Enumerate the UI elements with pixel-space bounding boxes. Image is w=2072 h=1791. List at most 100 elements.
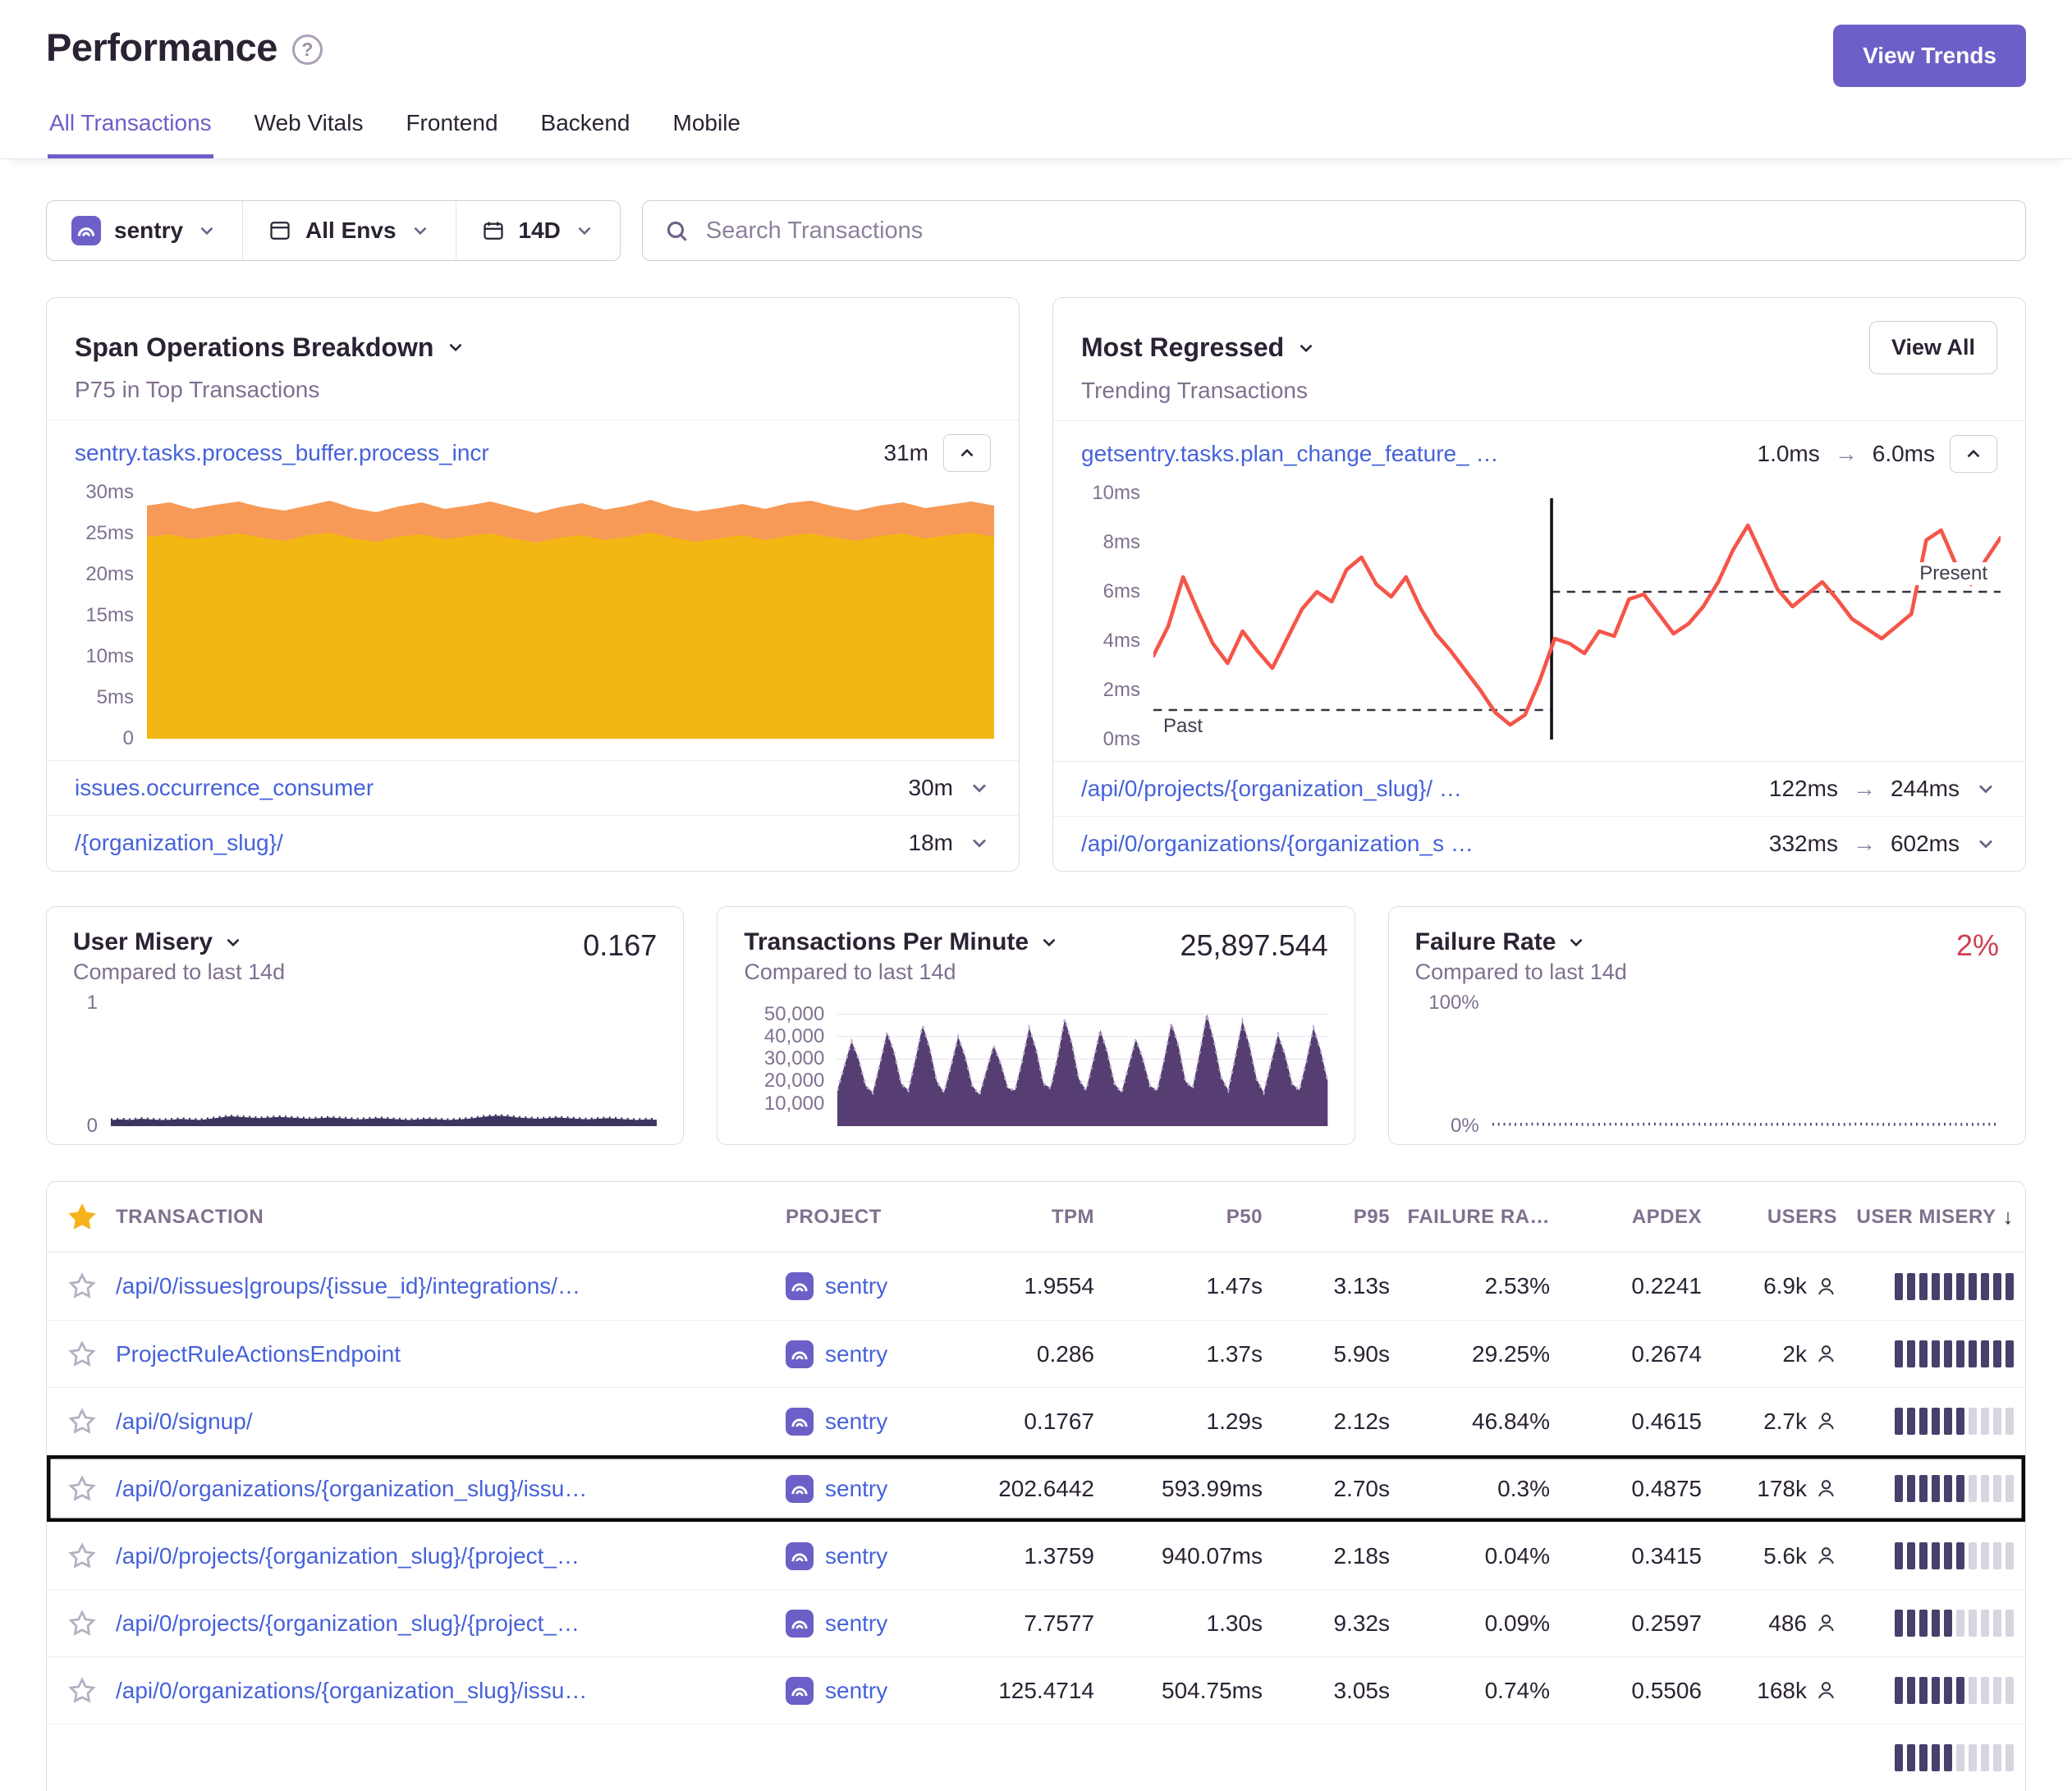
column-header-user-misery[interactable]: USER MISERY↓ — [1849, 1204, 2025, 1230]
favorite-star-button[interactable] — [68, 1542, 96, 1570]
table-row: /api/0/projects/{organization_slug}/{pro… — [47, 1589, 2025, 1656]
user-misery-bars — [1849, 1273, 2025, 1300]
project-link[interactable]: sentry — [825, 1610, 887, 1637]
expand-chevron-icon[interactable] — [968, 831, 991, 854]
failure-rate-dropdown[interactable]: Failure Rate — [1415, 928, 1627, 956]
span-ops-dropdown[interactable]: Span Operations Breakdown — [75, 332, 466, 363]
collapse-button[interactable] — [943, 434, 991, 472]
help-icon[interactable]: ? — [292, 34, 323, 65]
span-op-link[interactable]: /{organization_slug}/ — [75, 830, 283, 856]
regressed-transaction-link[interactable]: /api/0/projects/{organization_slug}/ … — [1081, 776, 1462, 802]
plot-area — [147, 492, 994, 739]
span-op-item: /{organization_slug}/ 18m — [47, 815, 1019, 870]
tab-web-vitals[interactable]: Web Vitals — [253, 105, 365, 158]
column-header[interactable]: PROJECT — [786, 1206, 954, 1229]
column-header[interactable]: P50 — [1106, 1206, 1274, 1229]
card-title: Transactions Per Minute — [744, 928, 1029, 956]
plot-area: PastPresent — [1153, 493, 2001, 740]
p95-cell: 2.70s — [1274, 1476, 1401, 1502]
column-header[interactable]: P95 — [1274, 1206, 1401, 1229]
chevron-down-icon — [1295, 337, 1317, 359]
column-header[interactable]: APDEX — [1561, 1206, 1713, 1229]
user-misery-dropdown[interactable]: User Misery — [73, 928, 285, 956]
date-range-filter[interactable]: 14D — [456, 201, 620, 260]
y-axis-labels: 10 — [73, 1003, 111, 1126]
favorite-star-button[interactable] — [68, 1475, 96, 1503]
expand-chevron-icon[interactable] — [968, 776, 991, 799]
span-op-link[interactable]: issues.occurrence_consumer — [75, 775, 374, 801]
project-link[interactable]: sentry — [825, 1409, 887, 1435]
users-cell: 168k — [1713, 1678, 1849, 1704]
column-header[interactable]: USERS — [1713, 1206, 1849, 1229]
user-misery-bars — [1849, 1744, 2025, 1771]
sentry-project-icon — [786, 1340, 814, 1368]
project-filter[interactable]: sentry — [47, 201, 242, 260]
project-link[interactable]: sentry — [825, 1543, 887, 1569]
tpm-dropdown[interactable]: Transactions Per Minute — [744, 928, 1060, 956]
users-cell: 2k — [1713, 1341, 1849, 1367]
tab-backend[interactable]: Backend — [539, 105, 632, 158]
span-op-link[interactable]: sentry.tasks.process_buffer.process_incr — [75, 440, 489, 466]
tab-all-transactions[interactable]: All Transactions — [48, 105, 213, 158]
collapse-button[interactable] — [1950, 435, 1997, 473]
arrow-right-icon: → — [1853, 831, 1876, 857]
tab-mobile[interactable]: Mobile — [672, 105, 742, 158]
span-op-value: 18m — [909, 830, 953, 856]
transaction-link[interactable]: /api/0/organizations/{organization_slug}… — [116, 1678, 761, 1704]
from-value: 332ms — [1769, 831, 1838, 857]
project-link[interactable]: sentry — [825, 1273, 887, 1299]
search-input[interactable] — [704, 217, 2004, 245]
favorite-column-header[interactable] — [47, 1203, 116, 1231]
view-all-button[interactable]: View All — [1869, 321, 1997, 374]
p95-cell: 5.90s — [1274, 1341, 1401, 1367]
column-header[interactable]: FAILURE RA… — [1401, 1206, 1561, 1229]
transaction-link[interactable]: /api/0/projects/{organization_slug}/{pro… — [116, 1610, 761, 1637]
tpm-cell: 0.1767 — [954, 1409, 1106, 1435]
apdex-cell: 0.4875 — [1561, 1476, 1713, 1502]
favorite-star-button[interactable] — [68, 1340, 96, 1368]
regressed-item: /api/0/projects/{organization_slug}/ … 1… — [1053, 761, 2025, 816]
star-icon — [68, 1272, 96, 1300]
transaction-link[interactable]: ProjectRuleActionsEndpoint — [116, 1341, 761, 1367]
transaction-link[interactable]: /api/0/signup/ — [116, 1409, 761, 1435]
user-misery-value: 0.167 — [583, 928, 657, 963]
chevron-down-icon — [410, 220, 431, 241]
star-icon — [68, 1340, 96, 1368]
expand-chevron-icon[interactable] — [1974, 777, 1997, 800]
charts-row: Span Operations Breakdown P75 in Top Tra… — [46, 297, 2026, 872]
tpm-card: Transactions Per Minute Compared to last… — [717, 906, 1355, 1145]
view-trends-button[interactable]: View Trends — [1833, 25, 2026, 87]
favorite-star-button[interactable] — [68, 1272, 96, 1300]
favorite-star-button[interactable] — [68, 1610, 96, 1638]
column-header[interactable]: TPM — [954, 1206, 1106, 1229]
transaction-link[interactable]: /api/0/issues|groups/{issue_id}/integrat… — [116, 1273, 761, 1299]
column-header[interactable]: TRANSACTION — [116, 1206, 786, 1229]
favorite-star-button[interactable] — [68, 1677, 96, 1705]
user-misery-bars — [1849, 1408, 2025, 1435]
most-regressed-dropdown[interactable]: Most Regressed — [1081, 332, 1317, 363]
regressed-transaction-link[interactable]: /api/0/organizations/{organization_s … — [1081, 831, 1474, 857]
filter-bar: sentry All Envs 14D — [46, 200, 2026, 261]
project-link[interactable]: sentry — [825, 1678, 887, 1704]
plot-area — [1492, 1003, 1999, 1126]
apdex-cell: 0.3415 — [1561, 1543, 1713, 1569]
environment-filter[interactable]: All Envs — [242, 201, 455, 260]
environment-filter-label: All Envs — [305, 218, 396, 244]
transaction-link[interactable]: /api/0/organizations/{organization_slug}… — [116, 1476, 761, 1502]
plot-area — [111, 1003, 657, 1126]
chevron-down-icon — [1038, 932, 1060, 953]
expand-chevron-icon[interactable] — [1974, 832, 1997, 855]
project-link[interactable]: sentry — [825, 1476, 887, 1502]
project-link[interactable]: sentry — [825, 1341, 887, 1367]
span-operations-panel: Span Operations Breakdown P75 in Top Tra… — [46, 297, 1020, 872]
user-icon — [1815, 1276, 1837, 1298]
chevron-down-icon — [445, 337, 466, 358]
table-row — [47, 1724, 2025, 1791]
tpm-cell: 0.286 — [954, 1341, 1106, 1367]
transaction-link[interactable]: /api/0/projects/{organization_slug}/{pro… — [116, 1543, 761, 1569]
tab-frontend[interactable]: Frontend — [404, 105, 499, 158]
table-row: ProjectRuleActionsEndpointsentry0.2861.3… — [47, 1320, 2025, 1387]
favorite-star-button[interactable] — [68, 1408, 96, 1436]
regressed-transaction-link[interactable]: getsentry.tasks.plan_change_feature_ … — [1081, 441, 1498, 467]
p50-cell: 1.29s — [1106, 1409, 1274, 1435]
